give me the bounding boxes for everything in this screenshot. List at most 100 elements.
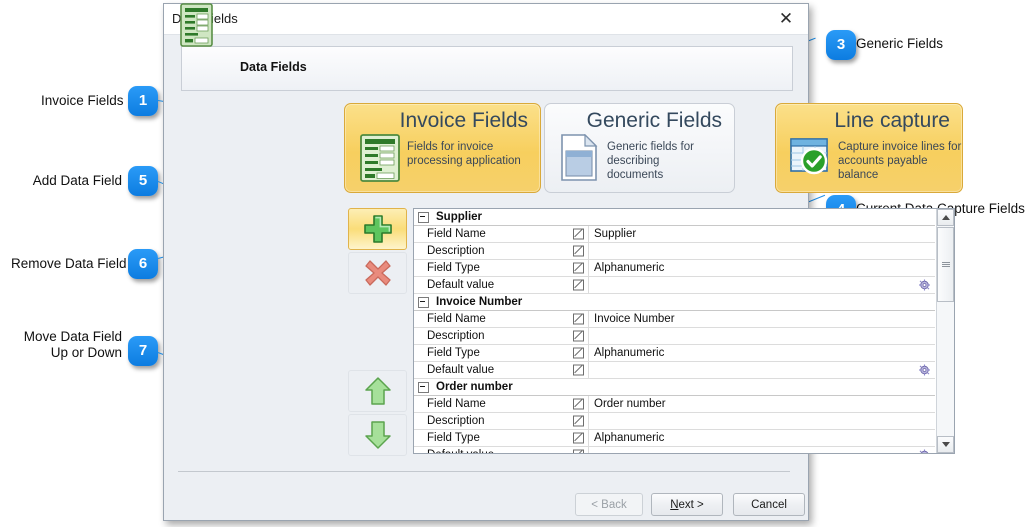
grid-group-row[interactable]: Order number <box>414 379 935 396</box>
collapse-icon[interactable] <box>418 211 429 223</box>
grid-row-value-cell[interactable]: Supplier <box>589 226 935 242</box>
grid-row[interactable]: Field Type Alphanumeric <box>414 430 935 447</box>
grid-row-label-cell: Default value <box>414 447 589 453</box>
callout-badge-5[interactable]: 5 <box>128 166 158 196</box>
grid-row-value-cell[interactable] <box>589 447 935 453</box>
grid-row[interactable]: Field Type Alphanumeric <box>414 345 935 362</box>
card-title: Invoice Fields <box>399 109 528 132</box>
grid-row-value: Alphanumeric <box>594 347 665 359</box>
grid-row[interactable]: Field Name Supplier <box>414 226 935 243</box>
grid-row[interactable]: Field Type Alphanumeric <box>414 260 935 277</box>
grid-row-value-cell[interactable] <box>589 362 935 378</box>
grid-row-value-cell[interactable]: Alphanumeric <box>589 345 935 361</box>
next-suffix: ext > <box>678 498 704 511</box>
scroll-down-icon[interactable] <box>937 436 954 453</box>
grid-row-value-cell[interactable] <box>589 328 935 344</box>
grid-row-label-cell: Field Type <box>414 260 589 276</box>
cell-editor-icon[interactable] <box>573 262 584 274</box>
collapse-icon[interactable] <box>418 296 429 308</box>
callout-label-6: Remove Data Field <box>11 256 127 271</box>
grid-rows-container: Supplier Field Name Supplier Description Fie… <box>414 209 935 453</box>
grid-row[interactable]: Default value <box>414 277 935 294</box>
callout-badge-7[interactable]: 7 <box>128 336 158 366</box>
grid-group-row[interactable]: Supplier <box>414 209 935 226</box>
grid-row-value-cell[interactable]: Alphanumeric <box>589 430 935 446</box>
document-lines-icon <box>178 0 215 50</box>
card-title: Line capture <box>834 109 950 132</box>
group-label: Supplier <box>436 211 483 223</box>
cell-editor-icon[interactable] <box>573 279 584 291</box>
grid-row-label-cell: Default value <box>414 362 589 378</box>
gear-icon[interactable] <box>919 449 930 453</box>
scrollbar-thumb[interactable] <box>937 227 954 302</box>
grid-row-label: Description <box>427 330 485 342</box>
grid-group-row[interactable]: Invoice Number <box>414 294 935 311</box>
grid-row-value: Order number <box>594 398 666 410</box>
grid-row-label-cell: Field Type <box>414 430 589 446</box>
callout-badge-3[interactable]: 3 <box>826 30 856 60</box>
cancel-button[interactable]: Cancel <box>733 493 805 516</box>
grid-row-label: Field Name <box>427 228 486 240</box>
banner-title: Data Fields <box>240 60 307 74</box>
data-fields-grid[interactable]: Supplier Field Name Supplier Description Fie… <box>413 208 955 454</box>
move-data-field-down-button[interactable] <box>348 414 407 456</box>
grid-row[interactable]: Description <box>414 243 935 260</box>
callout-label-7: Move Data Field Up or Down <box>23 329 122 360</box>
red-x-icon <box>364 259 392 287</box>
grid-row-label: Default value <box>427 279 495 291</box>
grid-row[interactable]: Default value <box>414 447 935 453</box>
gear-icon[interactable] <box>919 364 930 376</box>
grid-row-label: Field Name <box>427 398 486 410</box>
grid-row-value-cell[interactable]: Order number <box>589 396 935 412</box>
add-data-field-button[interactable] <box>348 208 407 250</box>
cell-editor-icon[interactable] <box>573 415 584 427</box>
generic-document-icon <box>559 134 601 182</box>
card-description: Capture invoice lines for accounts payab… <box>838 141 962 181</box>
card-invoice-fields[interactable]: Invoice Fields Fields for invoice proces… <box>344 103 541 193</box>
grid-row-label-cell: Field Name <box>414 226 589 242</box>
close-icon[interactable]: ✕ <box>764 4 808 34</box>
grid-row-label: Field Type <box>427 432 480 444</box>
grid-row-label: Default value <box>427 449 494 453</box>
scroll-up-icon[interactable] <box>937 209 954 226</box>
field-toolbar <box>348 208 410 456</box>
grid-row-value-cell[interactable] <box>589 413 935 429</box>
grid-row[interactable]: Default value <box>414 362 935 379</box>
cell-editor-icon[interactable] <box>573 313 584 325</box>
card-generic-fields[interactable]: Generic Fields Generic fields for descri… <box>544 103 735 193</box>
grid-row-value: Invoice Number <box>594 313 675 325</box>
grid-row[interactable]: Description <box>414 328 935 345</box>
cell-editor-icon[interactable] <box>573 432 584 444</box>
callout-badge-6[interactable]: 6 <box>128 249 158 279</box>
grid-row-value-cell[interactable]: Alphanumeric <box>589 260 935 276</box>
cell-editor-icon[interactable] <box>573 228 584 240</box>
collapse-icon[interactable] <box>418 381 429 393</box>
dialog-banner: Data Fields <box>181 46 793 91</box>
remove-data-field-button[interactable] <box>348 252 407 294</box>
cell-editor-icon[interactable] <box>573 330 584 342</box>
green-up-arrow-icon <box>364 376 392 406</box>
grid-row-label-cell: Field Type <box>414 345 589 361</box>
cell-editor-icon[interactable] <box>573 364 584 376</box>
card-line-capture[interactable]: Line capture Capture invoice lines for a… <box>775 103 963 193</box>
grid-row[interactable]: Field Name Order number <box>414 396 935 413</box>
grid-row[interactable]: Description <box>414 413 935 430</box>
cell-editor-icon[interactable] <box>573 347 584 359</box>
cell-editor-icon[interactable] <box>573 449 584 453</box>
move-data-field-up-button[interactable] <box>348 370 407 412</box>
grid-row-label: Default value <box>427 364 495 376</box>
grid-vertical-scrollbar[interactable] <box>936 209 954 453</box>
callout-label-3: Generic Fields <box>856 36 944 51</box>
grid-row-value-cell[interactable] <box>589 277 935 293</box>
grid-row-value-cell[interactable]: Invoice Number <box>589 311 935 327</box>
callout-badge-1[interactable]: 1 <box>128 86 158 116</box>
back-button[interactable]: < Back <box>575 493 643 516</box>
invoice-fields-icon <box>359 134 401 182</box>
grid-row-value-cell[interactable] <box>589 243 935 259</box>
grid-row[interactable]: Field Name Invoice Number <box>414 311 935 328</box>
cell-editor-icon[interactable] <box>573 398 584 410</box>
grid-row-label-cell: Field Name <box>414 396 589 412</box>
cell-editor-icon[interactable] <box>573 245 584 257</box>
next-button[interactable]: Next > <box>651 493 723 516</box>
gear-icon[interactable] <box>919 279 930 291</box>
